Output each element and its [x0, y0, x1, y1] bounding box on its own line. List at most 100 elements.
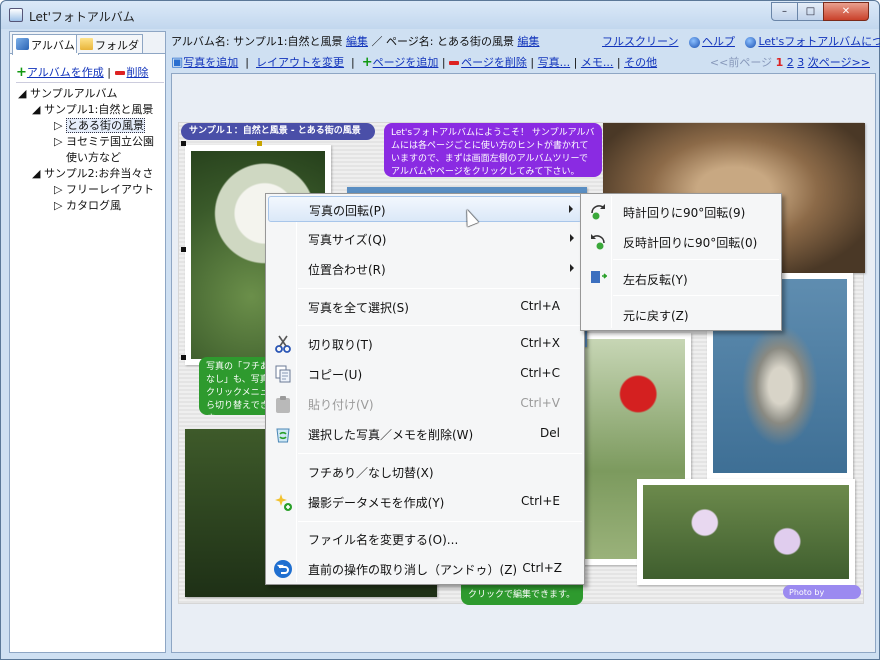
tree-item[interactable]: 使い方など	[66, 149, 121, 165]
menu-item-shortcut: Ctrl+C	[520, 366, 560, 380]
plus-icon: +	[16, 65, 27, 80]
menu-item-align[interactable]: 位置合わせ(R)	[268, 256, 582, 282]
menu-item-rename-file[interactable]: ファイル名を変更する(O)...	[268, 526, 582, 552]
close-button[interactable]: ✕	[823, 2, 869, 21]
toolbar: ▣写真を追加 | レイアウトを変更 | +ページを追加 | ページを削除 | 写…	[171, 54, 876, 70]
add-photo-link[interactable]: 写真を追加	[183, 56, 238, 69]
submenu-item-rotate-cw[interactable]: 時計回りに90°回転(9)	[583, 196, 779, 226]
menu-item-label: 時計回りに90°回転(9)	[623, 206, 746, 220]
selection-handle[interactable]	[257, 141, 262, 146]
menu-item-rotate[interactable]: 写真の回転(P)	[268, 196, 582, 222]
maximize-button[interactable]: □	[797, 2, 824, 21]
menu-item-label: 直前の操作の取り消し（アンドゥ）(Z)	[308, 563, 518, 577]
sparkle-memo-icon	[275, 494, 292, 511]
menu-item-shortcut: Del	[540, 426, 560, 440]
menu-item-cut[interactable]: 切り取り(T) Ctrl+X	[268, 331, 582, 357]
edit-tip-memo[interactable]: クリックで編集できます。	[461, 585, 583, 605]
create-album-link[interactable]: アルバムを作成	[27, 66, 104, 79]
change-layout-link[interactable]: レイアウトを変更	[256, 56, 344, 69]
plus-icon: +	[361, 55, 373, 70]
menu-separator	[298, 325, 582, 326]
minimize-button[interactable]: –	[771, 2, 798, 21]
tab-folder[interactable]: フォルダ	[76, 34, 143, 53]
add-page-link[interactable]: ページを追加	[373, 56, 439, 69]
menu-item-create-memo[interactable]: 撮影データメモを作成(Y) Ctrl+E	[268, 489, 582, 515]
menu-item-undo[interactable]: 直前の操作の取り消し（アンドゥ）(Z) Ctrl+Z	[268, 556, 582, 582]
page-name: ページ名: とある街の風景	[385, 35, 514, 48]
menu-item-toggle-border[interactable]: フチあり／なし切替(X)	[268, 459, 582, 485]
tree-expander-icon: ▷	[54, 199, 63, 212]
menu-item-shortcut: Ctrl+Z	[522, 561, 562, 575]
tree-item[interactable]: ◢ サンプル2:お弁当々さ	[32, 165, 164, 181]
delete-page-link[interactable]: ページを削除	[461, 56, 527, 69]
menu-item-delete[interactable]: 選択した写真／メモを削除(W) Del	[268, 421, 582, 447]
toolbar-separator: |	[441, 56, 446, 69]
toolbar-separator: |	[530, 56, 535, 69]
page-link-1[interactable]: 1	[776, 56, 784, 69]
title-bar[interactable]: Let'フォトアルバム – □ ✕	[1, 1, 879, 29]
tree-item-label: サンプルアルバム	[29, 87, 118, 100]
menu-item-paste[interactable]: 貼り付け(V) Ctrl+V	[268, 391, 582, 417]
page-link-2[interactable]: 2	[787, 56, 794, 69]
submenu-arrow-icon	[570, 234, 574, 242]
album-icon	[16, 38, 29, 50]
edit-album-link[interactable]: 編集	[346, 35, 368, 48]
album-tree: ◢ サンプルアルバム ◢ サンプル1:自然と風景 ▷ とある街の風景 ▷ ヨセミ…	[16, 82, 164, 652]
tree-item[interactable]: ▷ とある街の風景	[54, 117, 145, 133]
menu-item-copy[interactable]: コピー(U) Ctrl+C	[268, 361, 582, 387]
photo-purple-flowers[interactable]	[637, 479, 855, 585]
selection-handle[interactable]	[181, 247, 186, 252]
welcome-memo[interactable]: Let'sフォトアルバムにようこそ！ サンプルアルバムには各ページごとに使い方の…	[384, 123, 602, 177]
tab-album[interactable]: アルバム	[12, 34, 79, 55]
toolbar-separator: |	[351, 56, 355, 69]
selection-handle[interactable]	[181, 355, 186, 360]
menu-separator	[613, 295, 779, 296]
page-info-bar: アルバム名: サンプル1:自然と風景 編集 ／ ページ名: とある街の風景 編集…	[171, 33, 880, 49]
photo-context-menu: 写真の回転(P) 写真サイズ(Q) 位置合わせ(R) 写真を全て選択(S) Ctr…	[265, 193, 585, 585]
tree-item[interactable]: ▷ カタログ風	[54, 197, 121, 213]
menu-item-label: 左右反転(Y)	[623, 273, 688, 287]
delete-album-link[interactable]: 削除	[127, 66, 149, 79]
menu-item-select-all[interactable]: 写真を全て選択(S) Ctrl+A	[268, 294, 582, 320]
tree-item-label: フリーレイアウト	[65, 183, 154, 196]
menu-item-label: 写真を全て選択(S)	[308, 301, 409, 315]
submenu-item-flip[interactable]: 左右反転(Y)	[583, 263, 779, 293]
menu-separator	[613, 259, 779, 260]
tab-folder-label: フォルダ	[95, 39, 139, 52]
about-link[interactable]: Let'sフォトアルバムについて...	[758, 35, 880, 48]
prev-page-link[interactable]: <<前ページ	[710, 56, 772, 69]
memo-menu-link[interactable]: メモ...	[581, 56, 614, 69]
selection-handle[interactable]	[181, 141, 186, 146]
tree-item[interactable]: ◢ サンプルアルバム	[18, 85, 118, 101]
menu-item-label: 位置合わせ(R)	[308, 263, 386, 277]
edit-page-link[interactable]: 編集	[517, 35, 539, 48]
page-header-tag[interactable]: サンプル１：自然と風景 - とある街の風景	[181, 123, 375, 140]
menu-gutter	[296, 196, 297, 582]
paste-icon	[276, 396, 290, 413]
toolbar-separator: |	[245, 56, 250, 69]
menu-separator	[298, 521, 582, 522]
menu-item-photo-size[interactable]: 写真サイズ(Q)	[268, 226, 582, 252]
tree-expander-icon: ◢	[32, 103, 41, 116]
copy-icon	[275, 365, 291, 383]
menu-item-label: コピー(U)	[308, 368, 363, 382]
help-link[interactable]: ヘルプ	[702, 35, 735, 48]
tree-item-label: サンプル1:自然と風景	[43, 103, 154, 116]
menu-item-shortcut: Ctrl+V	[520, 396, 560, 410]
flip-icon	[591, 271, 608, 283]
photo-menu-link[interactable]: 写真...	[538, 56, 571, 69]
next-page-link[interactable]: 次ページ>>	[808, 56, 870, 69]
tree-item[interactable]: ▷ ヨセミテ国立公園	[54, 133, 154, 149]
app-icon	[9, 8, 23, 22]
fullscreen-link[interactable]: フルスクリーン	[602, 35, 678, 48]
tree-item-label: とある街の風景	[65, 118, 145, 133]
tree-item[interactable]: ◢ サンプル1:自然と風景	[32, 101, 164, 117]
submenu-item-reset[interactable]: 元に戻す(Z)	[583, 299, 779, 329]
toolbar-separator: |	[616, 56, 621, 69]
page-link-3[interactable]: 3	[797, 56, 804, 69]
other-menu-link[interactable]: その他	[624, 56, 657, 69]
menu-item-label: 写真サイズ(Q)	[308, 233, 387, 247]
submenu-item-rotate-ccw[interactable]: 反時計回りに90°回転(0)	[583, 226, 779, 256]
tree-item[interactable]: ▷ フリーレイアウト	[54, 181, 154, 197]
album-actions: +アルバムを作成 | 削除	[16, 64, 149, 80]
